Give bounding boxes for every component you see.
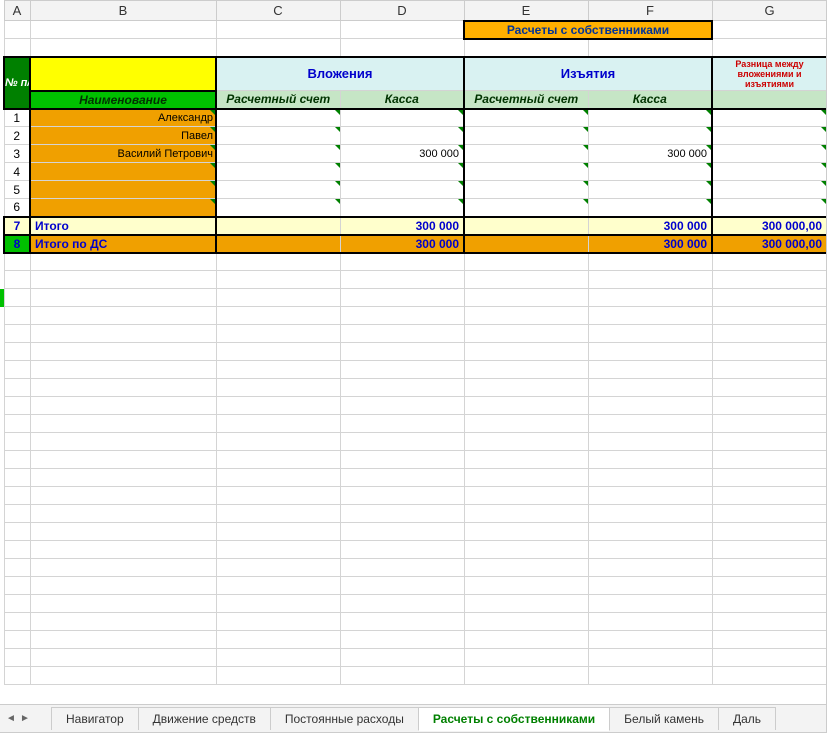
- table-row[interactable]: 6: [0, 199, 826, 217]
- spreadsheet-grid[interactable]: A B C D E F G Расчеты с собственниками №…: [0, 0, 826, 702]
- table-row[interactable]: 3 Василий Петрович 300 000 300 000: [0, 145, 826, 163]
- sub-diff: [712, 91, 826, 109]
- sub-cash1: Касса: [340, 91, 464, 109]
- total-label: Итого: [30, 217, 216, 235]
- col-G[interactable]: G: [712, 1, 826, 21]
- table-row[interactable]: 5: [0, 181, 826, 199]
- total-dc-label: Итого по ДС: [30, 235, 216, 253]
- col-F[interactable]: F: [588, 1, 712, 21]
- name-cell[interactable]: Александр: [30, 109, 216, 127]
- sheet-tab-bar: ◄ ► Навигатор Движение средств Постоянны…: [0, 704, 826, 732]
- group-diff: Разница между вложениями и изъятиями: [712, 57, 826, 91]
- name-header: Наименование: [30, 91, 216, 109]
- table-row[interactable]: 2 Павел: [0, 127, 826, 145]
- table-row[interactable]: 4: [0, 163, 826, 181]
- rownum-header: № п/п: [4, 57, 30, 109]
- col-A[interactable]: A: [4, 1, 30, 21]
- tab-prev-icon[interactable]: ◄: [4, 710, 18, 728]
- tab-dal[interactable]: Даль: [718, 707, 776, 730]
- tab-white-stone[interactable]: Белый камень: [609, 707, 719, 730]
- tab-owners[interactable]: Расчеты с собственниками: [418, 707, 610, 731]
- yellow-filter-cell[interactable]: [30, 57, 216, 91]
- group-withdrawals: Изъятия: [464, 57, 712, 91]
- total-dc-row[interactable]: 8 Итого по ДС 300 000 300 000 300 000,00: [0, 235, 826, 253]
- group-investments: Вложения: [216, 57, 464, 91]
- table-row[interactable]: 1 Александр: [0, 109, 826, 127]
- tab-cashflow[interactable]: Движение средств: [138, 707, 271, 730]
- col-D[interactable]: D: [340, 1, 464, 21]
- tab-next-icon[interactable]: ►: [18, 710, 32, 728]
- col-B[interactable]: B: [30, 1, 216, 21]
- sub-cash2: Касса: [588, 91, 712, 109]
- sub-account1: Расчетный счет: [216, 91, 340, 109]
- total-row[interactable]: 7 Итого 300 000 300 000 300 000,00: [0, 217, 826, 235]
- row-num: 1: [4, 109, 30, 127]
- col-E[interactable]: E: [464, 1, 588, 21]
- tab-navigator[interactable]: Навигатор: [51, 707, 139, 730]
- col-C[interactable]: C: [216, 1, 340, 21]
- tab-fixed-expenses[interactable]: Постоянные расходы: [270, 707, 419, 730]
- sub-account2: Расчетный счет: [464, 91, 588, 109]
- column-header-row[interactable]: A B C D E F G: [0, 1, 826, 21]
- page-title: Расчеты с собственниками: [464, 21, 712, 39]
